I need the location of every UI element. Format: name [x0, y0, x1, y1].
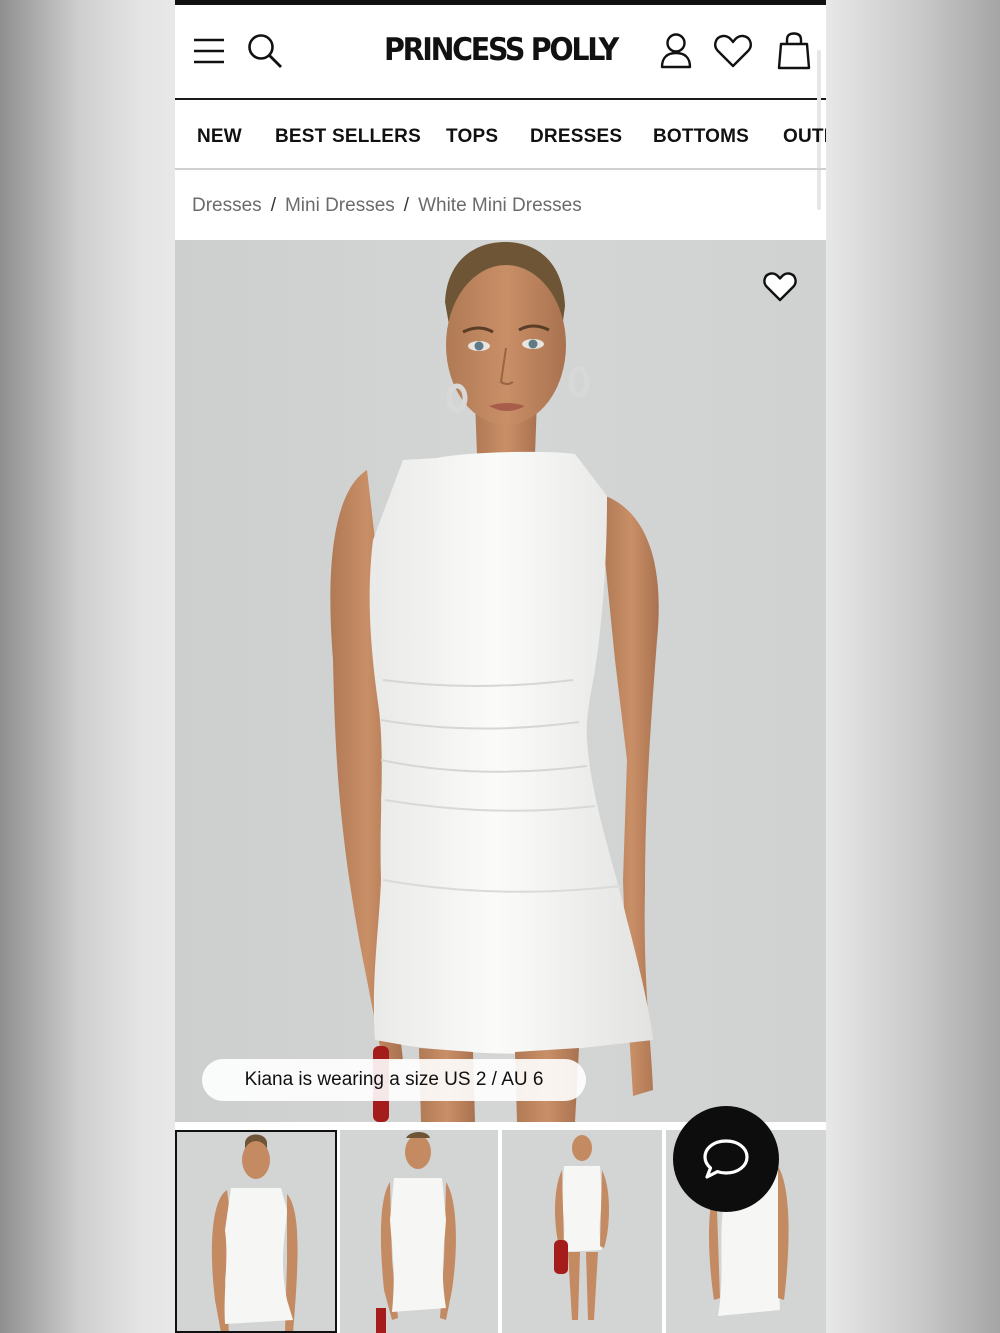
- model-photo: [330, 242, 659, 1122]
- breadcrumb-separator: /: [270, 195, 276, 216]
- image-wishlist-button[interactable]: [763, 271, 797, 303]
- product-main-image[interactable]: Kiana is wearing a size US 2 / AU 6: [175, 240, 826, 1122]
- brand-logo[interactable]: PRINCESS POLLY: [201, 32, 800, 68]
- nav-item-tops[interactable]: TOPS: [446, 126, 498, 148]
- thumbnail-photo: [376, 1132, 456, 1333]
- wishlist-icon: [714, 34, 752, 68]
- site-header: PRINCESS POLLY: [175, 5, 826, 100]
- nav-item-new[interactable]: NEW: [197, 126, 242, 148]
- category-nav: NEW BEST SELLERS TOPS DRESSES BOTTOMS OU…: [175, 100, 826, 170]
- chat-button[interactable]: [673, 1106, 779, 1212]
- chat-bubble-icon: [703, 1139, 749, 1179]
- breadcrumb-separator: /: [403, 195, 410, 216]
- thumbnail-2[interactable]: [340, 1130, 498, 1333]
- thumbnail-photo: [211, 1134, 298, 1333]
- thumbnail-1[interactable]: [175, 1130, 337, 1333]
- phone-screen: PRINCESS POLLY NEW BEST SELLERS TOPS DRE…: [175, 0, 826, 1333]
- bag-icon: [777, 32, 811, 70]
- nav-item-outerwear[interactable]: OUTI: [783, 126, 826, 148]
- model-size-note: Kiana is wearing a size US 2 / AU 6: [202, 1059, 586, 1101]
- heart-icon: [763, 272, 797, 302]
- nav-item-bottoms[interactable]: BOTTOMS: [653, 126, 749, 148]
- thumbnail-photo: [554, 1135, 609, 1320]
- account-button[interactable]: [656, 31, 696, 71]
- nav-item-dresses[interactable]: DRESSES: [530, 126, 622, 148]
- wishlist-button[interactable]: [712, 31, 754, 71]
- breadcrumb: Dresses / Mini Dresses / White Mini Dresses: [192, 195, 582, 217]
- account-icon: [660, 33, 692, 69]
- thumbnail-3[interactable]: [502, 1130, 662, 1333]
- nav-item-best-sellers[interactable]: BEST SELLERS: [275, 126, 421, 148]
- breadcrumb-link-white-mini-dresses[interactable]: White Mini Dresses: [418, 195, 582, 216]
- bag-button[interactable]: [774, 29, 814, 73]
- breadcrumb-link-mini-dresses[interactable]: Mini Dresses: [285, 195, 395, 216]
- breadcrumb-link-dresses[interactable]: Dresses: [192, 195, 262, 216]
